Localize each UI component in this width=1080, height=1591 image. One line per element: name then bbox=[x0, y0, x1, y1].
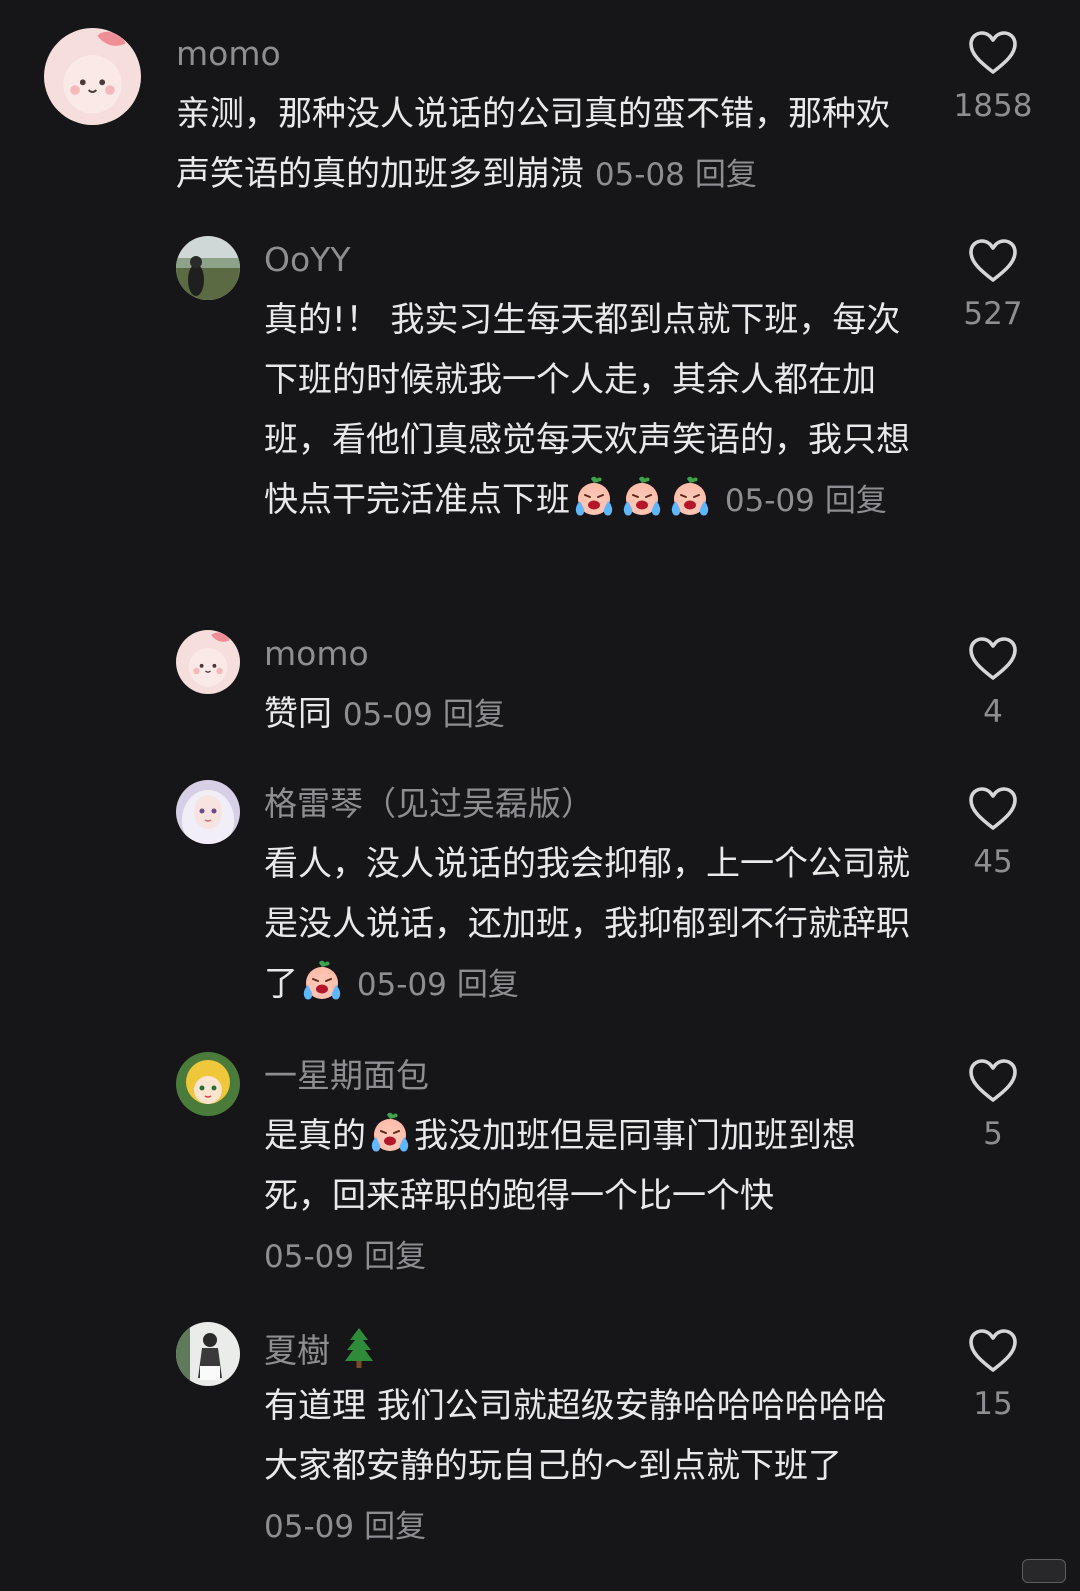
comment-meta: 05-09 回复 bbox=[357, 967, 519, 1003]
avatar[interactable] bbox=[176, 630, 240, 694]
comment-date: 05-09 bbox=[356, 967, 447, 1003]
username[interactable]: momo bbox=[264, 634, 369, 674]
loudly-crying-face-emoji bbox=[572, 475, 616, 519]
comment-date: 05-08 bbox=[594, 157, 685, 193]
comment-text-content: 有道理 我们公司就超级安静哈哈哈哈哈哈 大家都安静的玩自己的～到点就下班了 bbox=[264, 1386, 887, 1486]
comment-text: 看人，没人说话的我会抑郁，上一个公司就是没人说话，还加班，我抑郁到不行就辞职了 … bbox=[264, 834, 914, 1015]
reply-button[interactable]: 回复 bbox=[364, 1509, 426, 1545]
like-count: 45 bbox=[973, 844, 1013, 880]
avatar[interactable] bbox=[176, 236, 240, 300]
avatar[interactable] bbox=[44, 28, 141, 125]
heart-outline-icon[interactable] bbox=[968, 636, 1018, 682]
evergreen-tree-emoji bbox=[343, 1326, 375, 1370]
comment-date: 05-09 bbox=[342, 697, 433, 733]
avatar[interactable] bbox=[176, 1052, 240, 1116]
heart-outline-icon[interactable] bbox=[968, 786, 1018, 832]
like-button[interactable]: 5 bbox=[933, 1058, 1053, 1152]
comment-meta: 05-09 回复 bbox=[725, 483, 887, 519]
heart-outline-icon[interactable] bbox=[968, 1328, 1018, 1374]
comment-meta: 05-09 回复 bbox=[343, 697, 505, 733]
loudly-crying-face-emoji bbox=[668, 475, 712, 519]
like-count: 4 bbox=[983, 694, 1003, 730]
loudly-crying-face-emoji bbox=[300, 959, 344, 1003]
avatar[interactable] bbox=[176, 780, 240, 844]
reply-button[interactable]: 回复 bbox=[443, 697, 505, 733]
comment-text-content: 是真的 bbox=[264, 1116, 366, 1156]
loudly-crying-face-emoji bbox=[368, 1111, 412, 1155]
comment-date: 05-09 bbox=[264, 1509, 355, 1545]
comment-date: 05-09 bbox=[724, 483, 815, 519]
like-button[interactable]: 15 bbox=[933, 1328, 1053, 1422]
comment-text: 亲测，那种没人说话的公司真的蛮不错，那种欢声笑语的真的加班多到崩溃 05-08 回… bbox=[176, 84, 906, 205]
comment-meta: 05-09 回复 bbox=[264, 1509, 426, 1545]
comment-text: 是真的 我没加班但是同事门加班到想死，回来辞职的跑得一个比一个快 05-09 回复 bbox=[264, 1106, 914, 1287]
comment-text-content: 亲测，那种没人说话的公司真的蛮不错，那种欢声笑语的真的加班多到崩溃 bbox=[176, 94, 890, 194]
reply-button[interactable]: 回复 bbox=[825, 483, 887, 519]
reply-button[interactable]: 回复 bbox=[457, 967, 519, 1003]
comment-meta: 05-08 回复 bbox=[595, 157, 757, 193]
comment-text: 赞同 05-09 回复 bbox=[264, 684, 924, 745]
username[interactable]: 夏樹 bbox=[264, 1326, 377, 1371]
heart-outline-icon[interactable] bbox=[968, 1058, 1018, 1104]
like-button[interactable]: 45 bbox=[933, 786, 1053, 880]
watermark bbox=[1022, 1559, 1066, 1583]
like-button[interactable]: 4 bbox=[933, 636, 1053, 730]
reply-button[interactable]: 回复 bbox=[695, 157, 757, 193]
like-count: 5 bbox=[983, 1116, 1003, 1152]
comment-text-content: 赞同 bbox=[264, 694, 332, 734]
like-button[interactable]: 527 bbox=[933, 238, 1053, 332]
comment-date: 05-09 bbox=[264, 1239, 355, 1275]
username[interactable]: OoYY bbox=[264, 240, 350, 280]
like-count: 527 bbox=[963, 296, 1023, 332]
loudly-crying-face-emoji bbox=[620, 475, 664, 519]
username[interactable]: 格雷琴（见过吴磊版） bbox=[264, 784, 594, 824]
username-text: 夏樹 bbox=[264, 1331, 330, 1370]
reply-button[interactable]: 回复 bbox=[364, 1239, 426, 1275]
username[interactable]: 一星期面包 bbox=[264, 1056, 429, 1096]
like-button[interactable]: 1858 bbox=[933, 30, 1053, 124]
heart-outline-icon[interactable] bbox=[968, 238, 1018, 284]
username[interactable]: momo bbox=[176, 34, 281, 74]
like-count: 15 bbox=[973, 1386, 1013, 1422]
heart-outline-icon[interactable] bbox=[968, 30, 1018, 76]
comment-meta: 05-09 回复 bbox=[264, 1239, 426, 1275]
like-count: 1858 bbox=[953, 88, 1033, 124]
comment-text: 真的!！ 我实习生每天都到点就下班，每次下班的时候就我一个人走，其余人都在加班，… bbox=[264, 290, 914, 531]
comment-text: 有道理 我们公司就超级安静哈哈哈哈哈哈 大家都安静的玩自己的～到点就下班了 05… bbox=[264, 1376, 924, 1557]
avatar[interactable] bbox=[176, 1322, 240, 1386]
